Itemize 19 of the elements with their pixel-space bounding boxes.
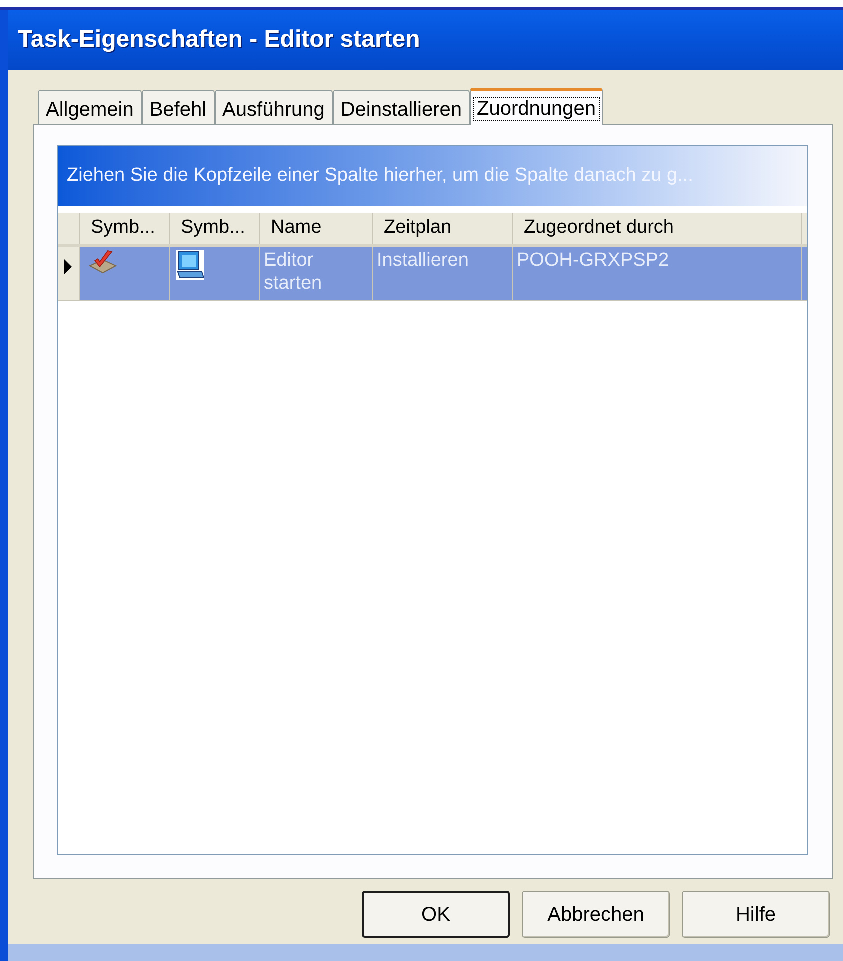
window-title: Task-Eigenschaften - Editor starten [18,25,420,55]
column-header[interactable]: Symb... [80,213,170,244]
dialog-button[interactable]: Abbrechen [522,891,670,938]
tab[interactable]: Zuordnungen [470,88,603,125]
monitor-icon [175,249,205,281]
dialog-button[interactable]: OK [362,891,510,938]
tab[interactable]: Ausführung [214,90,333,124]
dialog-button[interactable]: Hilfe [682,891,830,938]
column-header[interactable]: Zugeordnet durch [513,213,802,244]
table-cell: Editor starten [264,250,322,294]
column-header[interactable]: Name [260,213,373,244]
table-cell: Installieren [377,250,469,271]
tab[interactable]: Befehl [142,90,215,124]
checkmark-icon [88,249,118,275]
tab[interactable]: Allgemein [38,90,142,124]
tab[interactable]: Deinstallieren [332,90,470,124]
table-cell: POOH-GRXPSP2 [517,250,670,271]
column-header[interactable]: Zeitplan [373,213,513,244]
column-header[interactable]: Symb... [170,213,260,244]
